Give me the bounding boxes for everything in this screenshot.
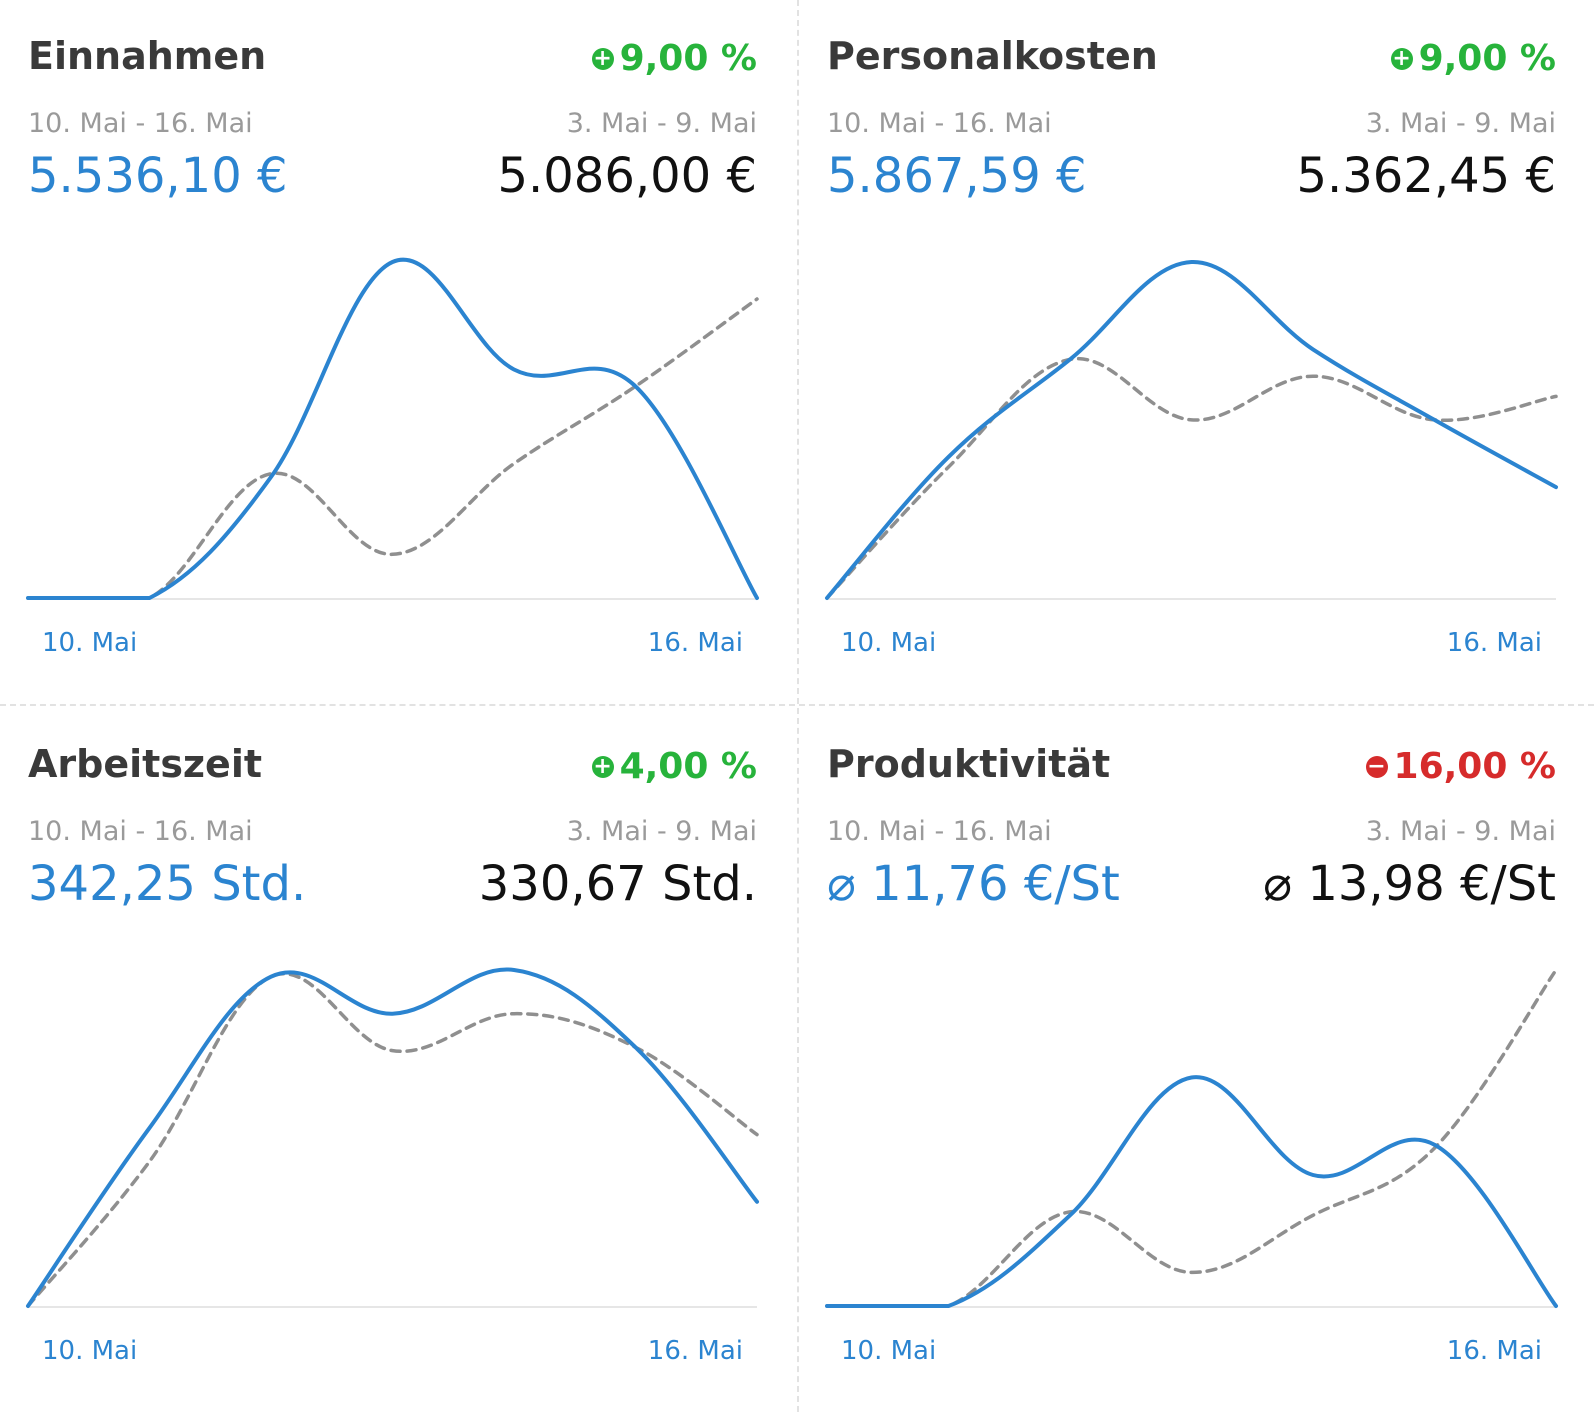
previous-period-line (825, 968, 1558, 1308)
change-badge: +9,00 % (1390, 38, 1556, 79)
card-title: Produktivität (827, 742, 1111, 786)
previous-range: 3. Mai - 9. Mai (566, 108, 757, 139)
current-value: 342,25 Std. (28, 856, 307, 912)
plus-circle-icon: + (591, 45, 614, 71)
vertical-divider (797, 0, 799, 1412)
kpi-card[interactable]: Einnahmen +9,00 % 10. Mai - 16. Mai 3. Mai … (26, 0, 769, 680)
current-range: 10. Mai - 16. Mai (28, 108, 253, 139)
change-value: 4,00 % (619, 746, 757, 787)
kpi-card[interactable]: Produktivität −16,00 % 10. Mai - 16. Mai 3.… (825, 708, 1568, 1388)
previous-value: 5.086,00 € (497, 148, 757, 204)
x-axis-end-label: 16. Mai (1446, 1336, 1542, 1366)
previous-range: 3. Mai - 9. Mai (1365, 108, 1556, 139)
previous-range: 3. Mai - 9. Mai (1365, 816, 1556, 847)
line-chart[interactable] (825, 908, 1568, 1328)
current-period-line (825, 259, 1558, 600)
card-title: Arbeitszeit (28, 742, 263, 786)
card-title: Einnahmen (28, 34, 267, 78)
previous-period-line (26, 972, 759, 1308)
plus-circle-icon: + (591, 753, 614, 779)
change-badge: −16,00 % (1365, 746, 1556, 787)
current-period-line (26, 257, 759, 601)
change-value: 16,00 % (1393, 746, 1556, 787)
change-value: 9,00 % (1418, 38, 1556, 79)
x-axis-end-label: 16. Mai (647, 628, 743, 658)
previous-range: 3. Mai - 9. Mai (566, 816, 757, 847)
previous-period-line (825, 356, 1558, 600)
x-axis-start-label: 10. Mai (841, 628, 937, 658)
x-axis-start-label: 10. Mai (42, 628, 138, 658)
kpi-card[interactable]: Personalkosten +9,00 % 10. Mai - 16. Mai 3.… (825, 0, 1568, 680)
current-value: ⌀ 11,76 €/St (827, 856, 1120, 912)
current-value: 5.867,59 € (827, 148, 1087, 204)
current-value: 5.536,10 € (28, 148, 288, 204)
previous-value: ⌀ 13,98 €/St (1263, 856, 1556, 912)
dashboard-grid: Einnahmen +9,00 % 10. Mai - 16. Mai 3. Mai … (0, 0, 1594, 1412)
x-axis-start-label: 10. Mai (42, 1336, 138, 1366)
kpi-card[interactable]: Arbeitszeit +4,00 % 10. Mai - 16. Mai 3. Ma… (26, 708, 769, 1388)
x-axis-end-label: 16. Mai (647, 1336, 743, 1366)
change-value: 9,00 % (619, 38, 757, 79)
minus-circle-icon: − (1365, 753, 1388, 779)
x-axis-start-label: 10. Mai (841, 1336, 937, 1366)
current-range: 10. Mai - 16. Mai (827, 108, 1052, 139)
line-chart[interactable] (825, 200, 1568, 620)
current-range: 10. Mai - 16. Mai (827, 816, 1052, 847)
horizontal-divider (0, 704, 1594, 706)
previous-value: 5.362,45 € (1296, 148, 1556, 204)
line-chart[interactable] (26, 908, 769, 1328)
card-title: Personalkosten (827, 34, 1158, 78)
change-badge: +9,00 % (591, 38, 757, 79)
x-axis-end-label: 16. Mai (1446, 628, 1542, 658)
line-chart[interactable] (26, 200, 769, 620)
current-period-line (26, 967, 759, 1308)
previous-value: 330,67 Std. (478, 856, 757, 912)
previous-period-line (26, 297, 759, 600)
current-range: 10. Mai - 16. Mai (28, 816, 253, 847)
change-badge: +4,00 % (591, 746, 757, 787)
plus-circle-icon: + (1390, 45, 1413, 71)
